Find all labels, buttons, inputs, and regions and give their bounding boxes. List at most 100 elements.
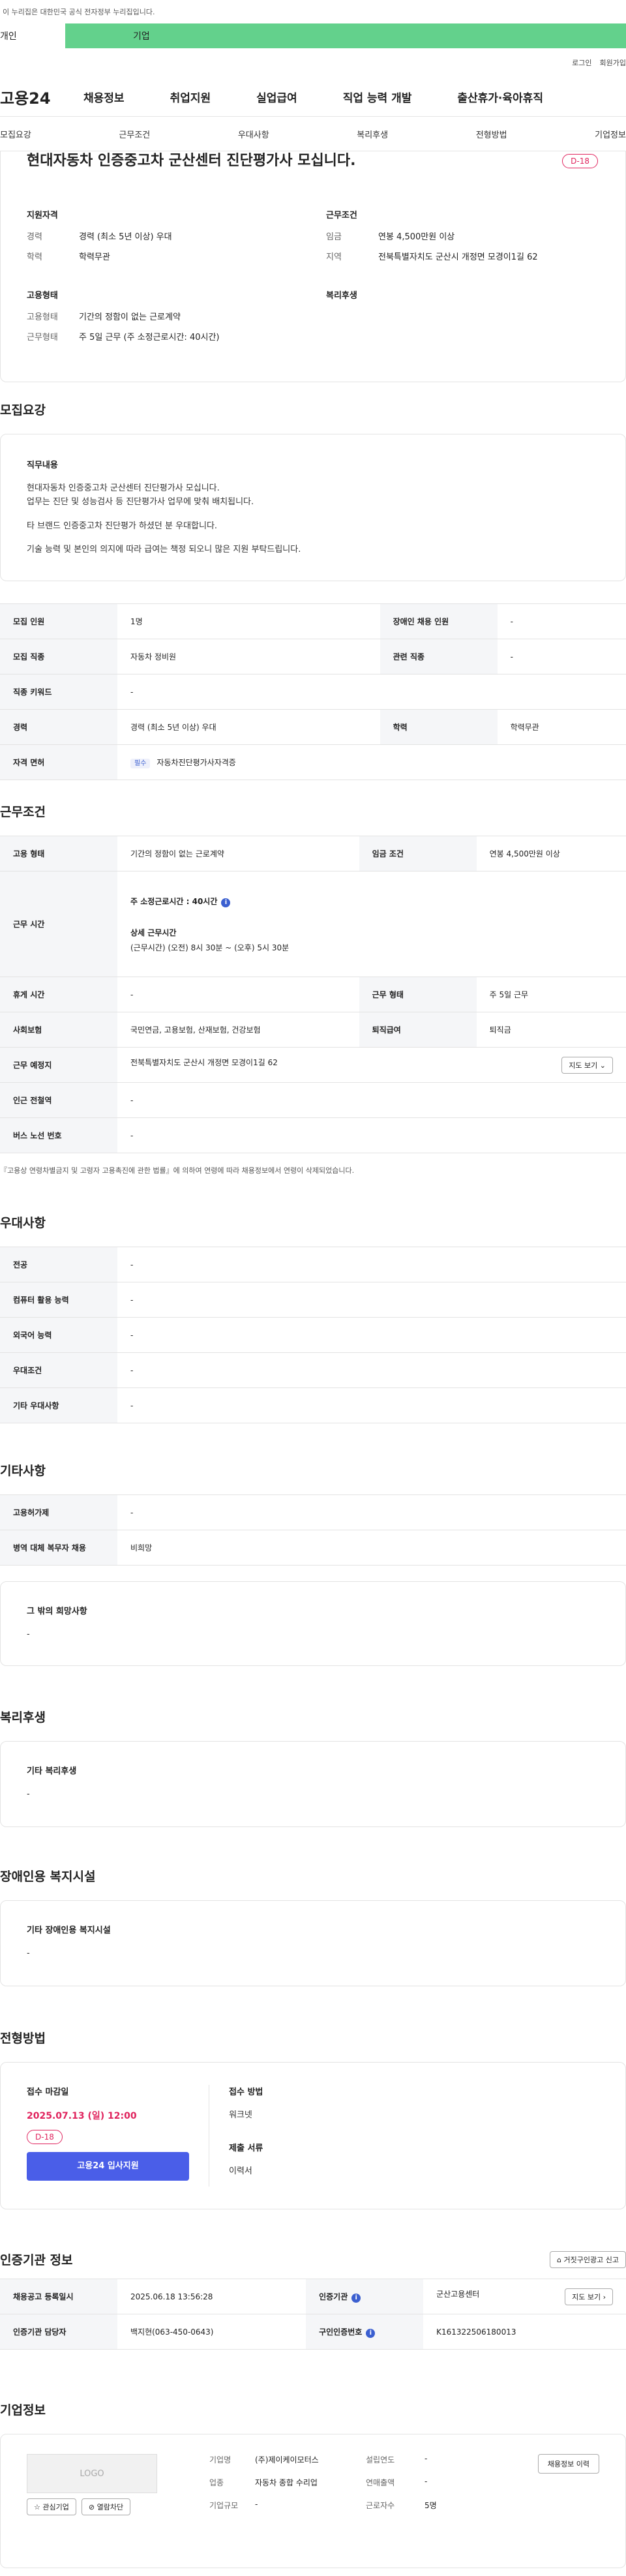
preference-section: 우대사항 전공 - 컴퓨터 활용 능력 - 외국어 능력 - 우대조건 - 기타 우대사…	[0, 1213, 626, 1423]
global-nav: 고용24 채용정보 취업지원 실업급여 직업 능력 개발 출산휴가·육아휴직	[0, 77, 626, 116]
etc-table: 고용허가제 - 병역 대체 복무자 채용 비희망	[0, 1494, 626, 1566]
subnav-welfare[interactable]: 복리후생	[357, 128, 388, 140]
cell-value: 연봉 4,500만원 이상	[476, 836, 626, 871]
cell-value: -	[497, 639, 626, 675]
subnav-conditions[interactable]: 근무조건	[119, 128, 150, 140]
region-value: 전북특별자치도 군산시 개정면 모경이1길 62	[378, 252, 538, 262]
deadline-value: 2025.07.13 (일) 12:00	[27, 2111, 137, 2121]
cell-header: 장애인 채용 인원	[380, 603, 498, 640]
cell-value: 비희망	[117, 1530, 626, 1566]
cell-value: -	[117, 1282, 626, 1318]
duty-line-2: 업무는 진단 및 성능검사 등 진단평가사 업무에 맞춰 배치됩니다.	[27, 496, 254, 507]
etc-section: 기타사항 고용허가제 - 병역 대체 복무자 채용 비희망 그 밖의 희망사항 -	[0, 1461, 626, 1666]
worktype-label: 근무형태	[27, 332, 58, 342]
info-icon[interactable]: i	[221, 898, 231, 907]
gnb-unemployment[interactable]: 실업급여	[256, 89, 297, 105]
duty-line-3: 타 브랜드 인증중고차 진단평가 하셨던 분 우대합니다.	[27, 521, 218, 531]
cell-value: 퇴직금	[476, 1012, 626, 1048]
company-title: 기업정보	[0, 2403, 46, 2417]
login-link[interactable]: 로그인	[572, 57, 591, 77]
agency-map-button[interactable]: 지도 보기 ›	[565, 2288, 613, 2305]
cell-value: 기간의 정함이 없는 근로계약	[117, 836, 359, 871]
company-logo: LOGO	[27, 2454, 157, 2493]
cell-header: 퇴직급여	[359, 1012, 477, 1048]
agency-section: 인증기관 정보 ⌂ 거짓구인광고 신고 채용공고 등록일시 2025.06.18 …	[0, 2250, 626, 2350]
table-row: 컴퓨터 활용 능력 -	[0, 1282, 626, 1318]
cell-value: 백지현(063-450-0643)	[117, 2314, 306, 2350]
subnav-company[interactable]: 기업정보	[595, 128, 626, 140]
agency-table: 채용공고 등록일시 2025.06.18 13:56:28 인증기관 i 군산고용센터 지…	[0, 2279, 626, 2350]
welfare-heading: 복리후생	[326, 290, 357, 301]
table-row: 자격 면허 필수 자동차진단평가사자격증	[0, 744, 626, 781]
process-dday-badge: D-18	[27, 2130, 63, 2144]
cell-header: 전공	[0, 1247, 117, 1282]
table-row: 채용공고 등록일시 2025.06.18 13:56:28 인증기관 i 군산고용센터 지…	[0, 2279, 626, 2314]
site-logo[interactable]: 고용24	[0, 85, 78, 108]
gov-notice-text: 이 누리집은 대한민국 공식 전자정부 누리집입니다.	[3, 8, 155, 16]
cell-header: 근무 예정지	[0, 1047, 117, 1083]
gnb-training[interactable]: 직업 능력 개발	[343, 89, 412, 105]
block-view-button[interactable]: ⊘ 열람차단	[81, 2498, 131, 2515]
cert-number-label: 구인인증번호	[319, 2327, 363, 2337]
cell-header: 사회보험	[0, 1012, 117, 1048]
conditions-table: 고용 형태 기간의 정함이 없는 근로계약 임금 조건 연봉 4,500만원 이상 근…	[0, 836, 626, 1153]
cell-header: 자격 면허	[0, 744, 117, 781]
recruit-section: 모집요강 직무내용 현대자동차 인증중고차 군산센터 진단평가사 모십니다. 업…	[0, 401, 626, 781]
cell-value: -	[117, 1494, 626, 1530]
cell-value: -	[117, 1387, 626, 1423]
subnav-preference[interactable]: 우대사항	[238, 128, 269, 140]
other-wishes-box: 그 밖의 희망사항 -	[0, 1581, 626, 1666]
welfare-box-value: -	[27, 1789, 30, 1799]
employment-heading: 고용형태	[27, 290, 58, 301]
cell-value: -	[497, 603, 626, 640]
welfare-box: 기타 복리후생 -	[0, 1741, 626, 1827]
wage-label: 임금	[326, 232, 342, 242]
subnav-recruit[interactable]: 모집요강	[0, 128, 31, 140]
duty-box: 직무내용 현대자동차 인증중고차 군산센터 진단평가사 모십니다. 업무는 진단…	[0, 434, 626, 582]
join-link[interactable]: 회원가입	[600, 57, 626, 77]
cell-value: -	[117, 1247, 626, 1282]
subnav-process[interactable]: 전형방법	[476, 128, 507, 140]
chevron-right-icon: ›	[603, 2292, 606, 2301]
qualification-heading: 지원자격	[27, 210, 58, 220]
company-logo-area: LOGO ☆ 관심기업 ⊘ 열람차단	[27, 2454, 157, 2548]
preference-title: 우대사항	[0, 1216, 46, 1230]
tab-individual[interactable]: 개인	[0, 23, 65, 48]
cell-header: 모집 직종	[0, 639, 117, 675]
gnb-jobs[interactable]: 채용정보	[83, 89, 125, 105]
disability-box-heading: 기타 장애인용 복지시설	[27, 1926, 111, 1935]
cell-value: 주 소정근로시간 : 40시간 i 상세 근무시간 (근무시간) (오전) 8시 …	[117, 871, 626, 977]
wage-value: 연봉 4,500만원 이상	[378, 232, 455, 242]
cell-header: 경력	[0, 709, 117, 746]
cell-value: 군산고용센터 지도 보기 ›	[423, 2279, 626, 2314]
user-type-tabs: 개인 기업	[0, 23, 626, 48]
agency-value: 군산고용센터	[436, 2289, 480, 2299]
duty-line-1: 현대자동차 인증중고차 군산센터 진단평가사 모십니다.	[27, 483, 220, 493]
tab-business[interactable]: 기업	[65, 23, 626, 48]
cell-header: 우대조건	[0, 1352, 117, 1388]
info-icon[interactable]: i	[366, 2328, 376, 2338]
map-button[interactable]: 지도 보기 ⌄	[561, 1056, 613, 1074]
info-icon[interactable]: i	[351, 2293, 361, 2303]
job-summary-card: 현대자동차 인증중고차 군산센터 진단평가사 모십니다. D-18 지원자격 경…	[0, 151, 626, 382]
cell-value: 필수 자동차진단평가사자격증	[117, 744, 626, 781]
career-label: 경력	[27, 232, 42, 242]
report-button[interactable]: ⌂ 거짓구인광고 신고	[550, 2250, 626, 2268]
chevron-down-icon: ⌄	[599, 1061, 606, 1070]
dday-badge: D-18	[562, 154, 598, 168]
founded-label: 설립연도	[366, 2455, 395, 2464]
conditions-heading: 근무조건	[326, 210, 357, 220]
favorite-label: 관심기업	[42, 2503, 69, 2511]
other-wishes-heading: 그 밖의 희망사항	[27, 1607, 87, 1616]
apply-button[interactable]: 고용24 입사지원	[27, 2152, 189, 2181]
education-label: 학력	[27, 252, 42, 262]
gnb-leave[interactable]: 출산휴가·육아휴직	[457, 89, 543, 105]
favorite-company-button[interactable]: ☆ 관심기업	[27, 2498, 76, 2515]
recruit-history-button[interactable]: 채용정보 이력	[537, 2454, 599, 2474]
disability-box-value: -	[27, 1948, 30, 1958]
report-button-label: 거짓구인광고 신고	[563, 2255, 619, 2264]
gnb-support[interactable]: 취업지원	[170, 89, 211, 105]
cell-header: 근무 형태	[359, 977, 477, 1012]
welfare-title: 복리후생	[0, 1710, 46, 1725]
cell-header: 인근 전철역	[0, 1082, 117, 1118]
